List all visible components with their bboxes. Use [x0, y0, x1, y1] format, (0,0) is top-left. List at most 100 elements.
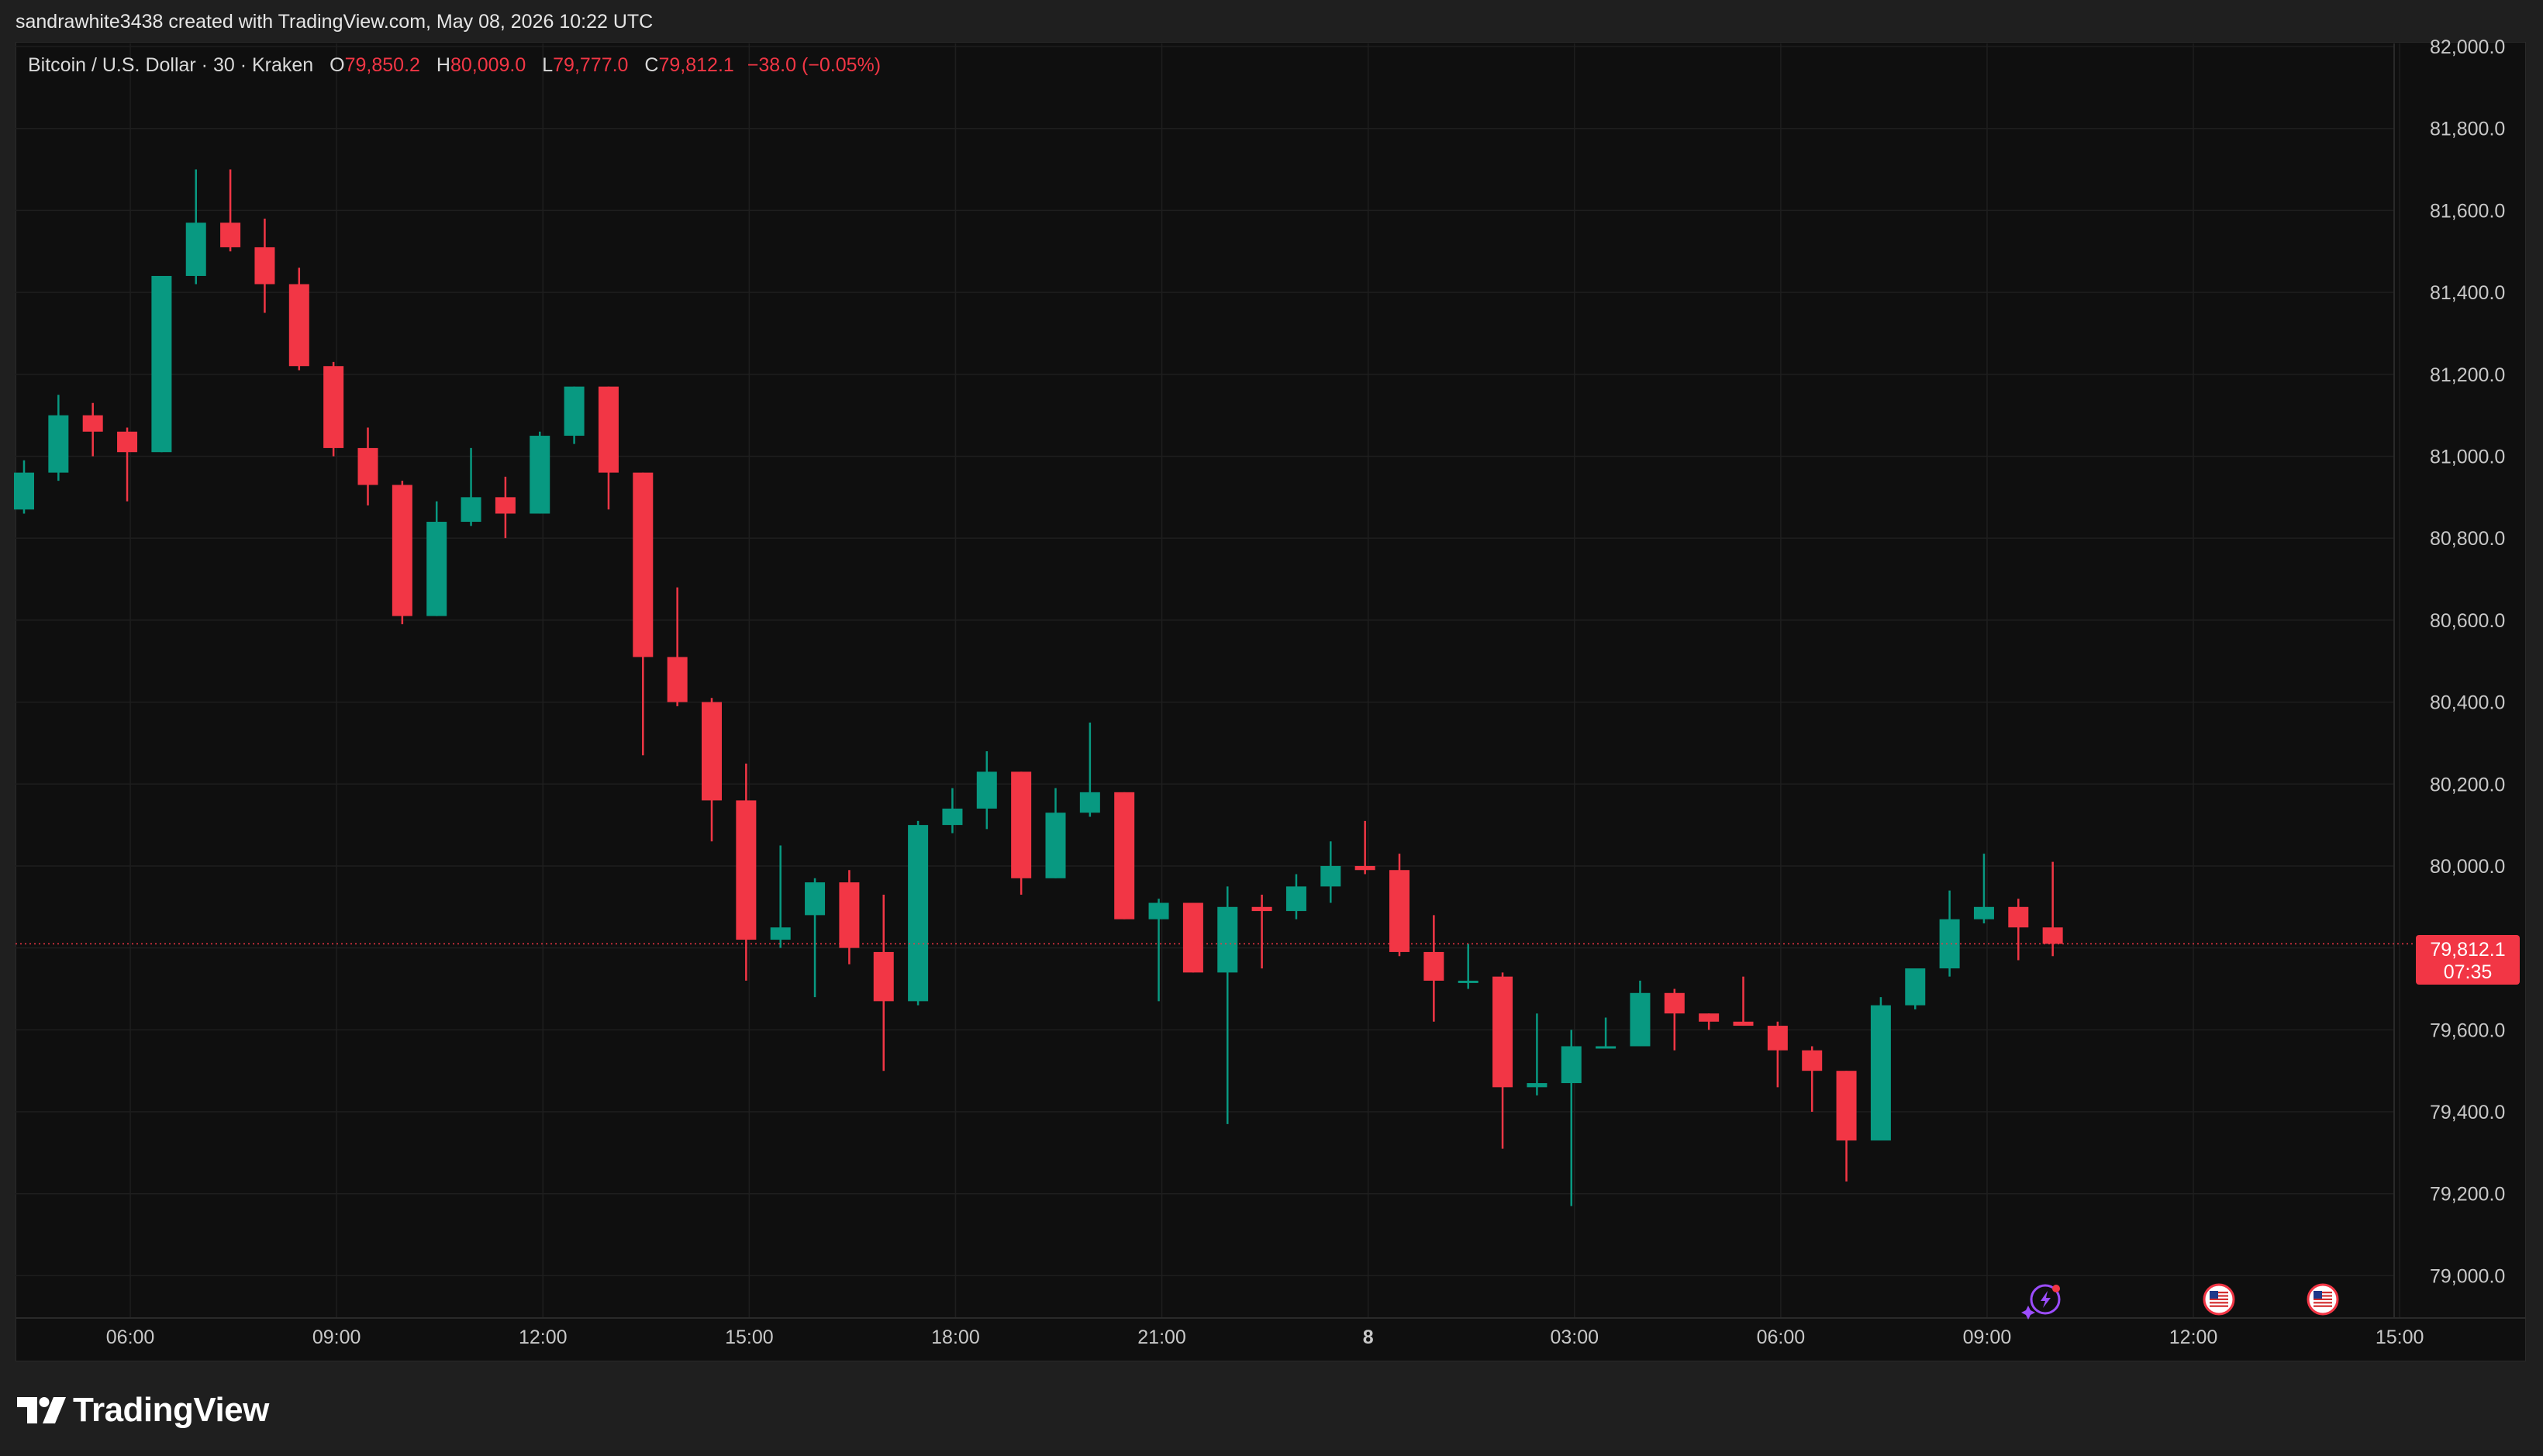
candle: [254, 218, 275, 313]
x-tick-label: 15:00: [2376, 1327, 2424, 1348]
candle-body: [667, 657, 688, 702]
tradingview-logo-icon: [17, 1397, 66, 1423]
candle: [151, 275, 172, 453]
flag-stripe: [2210, 1305, 2228, 1307]
flag-stripe: [2314, 1298, 2332, 1300]
flag-stripe: [2314, 1305, 2332, 1307]
candle: [288, 267, 309, 371]
low-label: L: [542, 54, 554, 76]
price-axis[interactable]: 82,000.0 81,800.0 81,600.0 81,400.0 81,200.0…: [2430, 36, 2505, 1287]
candle: [1285, 874, 1306, 919]
x-tick-label: 03:00: [1550, 1327, 1599, 1348]
candle-body: [1802, 1050, 1823, 1071]
tradingview-brand[interactable]: TradingView: [17, 1383, 269, 1437]
candle-body: [357, 447, 378, 485]
candle-body: [1870, 1005, 1891, 1141]
candle-body: [151, 275, 172, 453]
candle: [564, 386, 585, 444]
candle-body: [2042, 927, 2063, 944]
candle: [1973, 854, 1994, 923]
candle-body: [288, 284, 309, 367]
candle: [1011, 771, 1032, 895]
x-tick-label: 8: [1363, 1327, 1374, 1348]
candle: [873, 894, 894, 1071]
close-value: 79,812.1: [658, 54, 734, 76]
candle-body: [461, 497, 481, 523]
candle-body: [426, 522, 447, 616]
candle: [1148, 899, 1169, 1002]
candle: [1664, 988, 1685, 1051]
candlestick-chart[interactable]: 82,000.0 81,800.0 81,600.0 81,400.0 81,200.0…: [0, 0, 2543, 1456]
candle-body: [1767, 1026, 1788, 1051]
candle: [1320, 841, 1341, 903]
y-tick-label: 79,600.0: [2430, 1020, 2505, 1041]
candle-body: [1182, 902, 1203, 973]
lightning-event-icon: [2021, 1284, 2061, 1320]
high-value: 80,009.0: [450, 54, 526, 76]
candle: [839, 870, 860, 964]
flag-stripe: [2210, 1302, 2228, 1304]
candle-body: [908, 825, 929, 1002]
candle: [1802, 1046, 1823, 1113]
high-label: H: [436, 54, 450, 76]
candle-body: [530, 436, 550, 514]
candle: [1045, 788, 1066, 878]
candle-body: [1389, 870, 1410, 952]
candle: [461, 447, 481, 526]
candle-body: [1285, 886, 1306, 912]
x-tick-label: 09:00: [1963, 1327, 2012, 1348]
candle-body: [1217, 906, 1238, 973]
y-tick-label: 80,000.0: [2430, 856, 2505, 878]
candle: [1836, 1071, 1857, 1182]
candle-body: [1320, 865, 1341, 887]
candle: [1458, 944, 1479, 989]
candle: [702, 698, 722, 842]
candle-body: [220, 223, 241, 247]
candle: [1182, 902, 1203, 973]
candle: [82, 402, 103, 457]
candle-body: [702, 702, 722, 801]
x-tick-label: 09:00: [312, 1327, 361, 1348]
candle-body: [117, 431, 138, 453]
candle: [48, 395, 69, 481]
time-axis[interactable]: 06:00 09:00 12:00 15:00 18:00 21:00 8 03:00 06:0…: [106, 1327, 2424, 1348]
candle-body: [736, 800, 757, 940]
candle-body: [805, 882, 826, 916]
candle: [1905, 968, 1926, 1009]
candle-body: [1527, 1083, 1548, 1088]
candle: [1870, 997, 1891, 1141]
candle-body: [1011, 771, 1032, 878]
symbol-legend: Bitcoin / U.S. Dollar · 30 · Kraken O79,…: [28, 54, 881, 77]
x-tick-label: 15:00: [725, 1327, 774, 1348]
candle-body: [1905, 968, 1926, 1006]
candle-body: [1458, 980, 1479, 983]
y-tick-label: 81,400.0: [2430, 282, 2505, 304]
last-price-value: 79,812.1: [2430, 939, 2505, 961]
candle-body: [1596, 1046, 1617, 1049]
candle-body: [495, 497, 516, 514]
y-tick-label: 81,200.0: [2430, 364, 2505, 386]
candle: [14, 460, 34, 514]
candle: [1699, 1013, 1720, 1030]
candle: [1767, 1021, 1788, 1088]
x-tick-label: 12:00: [2169, 1327, 2218, 1348]
candle: [426, 501, 447, 616]
us-flag-icon: [2203, 1283, 2235, 1316]
close-label: C: [644, 54, 659, 76]
notification-dot: [2052, 1285, 2060, 1292]
candle: [1079, 722, 1100, 817]
candle-body: [1836, 1071, 1857, 1141]
candle-body: [254, 247, 275, 285]
candle-body: [185, 223, 206, 276]
y-tick-label: 79,000.0: [2430, 1265, 2505, 1287]
open-value: 79,850.2: [344, 54, 420, 76]
candle: [1939, 890, 1960, 977]
candle: [976, 750, 997, 830]
candle: [530, 431, 550, 514]
candle: [1389, 854, 1410, 957]
candle: [1251, 894, 1272, 969]
candle: [1114, 792, 1135, 919]
candle: [1217, 886, 1238, 1124]
candle-body: [770, 927, 791, 940]
lightning-bolt: [2041, 1291, 2051, 1308]
